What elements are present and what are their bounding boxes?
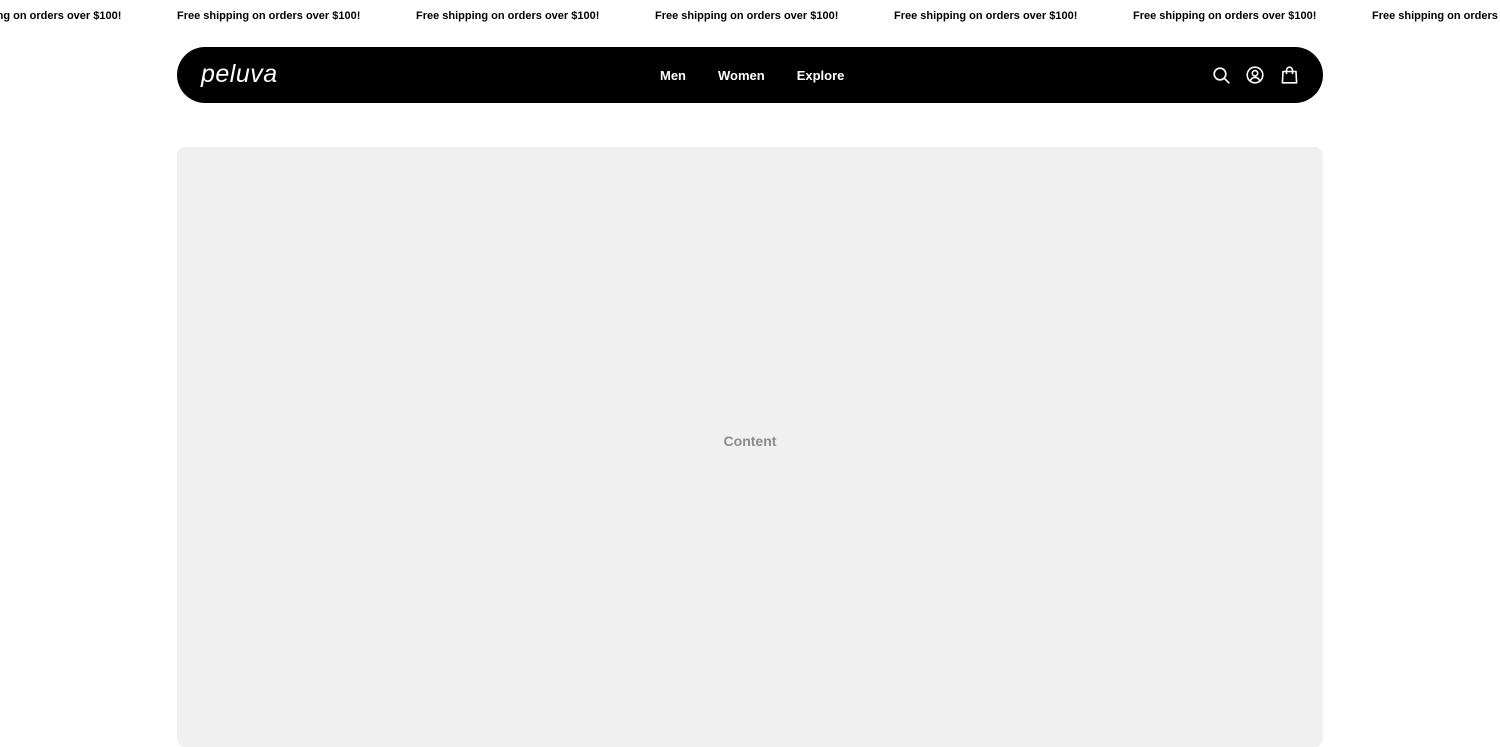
content-placeholder: Content: [723, 433, 777, 449]
announcement-text: Free shipping on orders over $100!: [1372, 9, 1500, 22]
announcement-text: Free shipping on orders over $100!: [177, 9, 361, 22]
announcement-text: Free shipping on orders over $100!: [416, 9, 600, 22]
announcement-bar: Free shipping on orders over $100! Free …: [0, 0, 1500, 31]
header-icons: [1212, 47, 1298, 103]
nav-link-women[interactable]: Women: [718, 68, 765, 83]
announcement-text: Free shipping on orders over $100!: [894, 9, 1078, 22]
announcement-text: Free shipping on orders over $100!: [1133, 9, 1317, 22]
site-header: peluva Men Women Explore: [177, 47, 1323, 103]
announcement-text: Free shipping on orders over $100!: [0, 9, 122, 22]
nav-link-men[interactable]: Men: [660, 68, 686, 83]
search-icon[interactable]: [1212, 66, 1230, 84]
content-panel: Content: [177, 147, 1323, 747]
announcement-track: Free shipping on orders over $100! Free …: [0, 0, 1500, 31]
account-icon[interactable]: [1246, 66, 1264, 84]
announcement-text: Free shipping on orders over $100!: [655, 9, 839, 22]
cart-icon[interactable]: [1280, 66, 1298, 84]
logo[interactable]: peluva: [201, 59, 278, 89]
nav-link-explore[interactable]: Explore: [797, 68, 845, 83]
main-nav: Men Women Explore: [660, 47, 844, 103]
